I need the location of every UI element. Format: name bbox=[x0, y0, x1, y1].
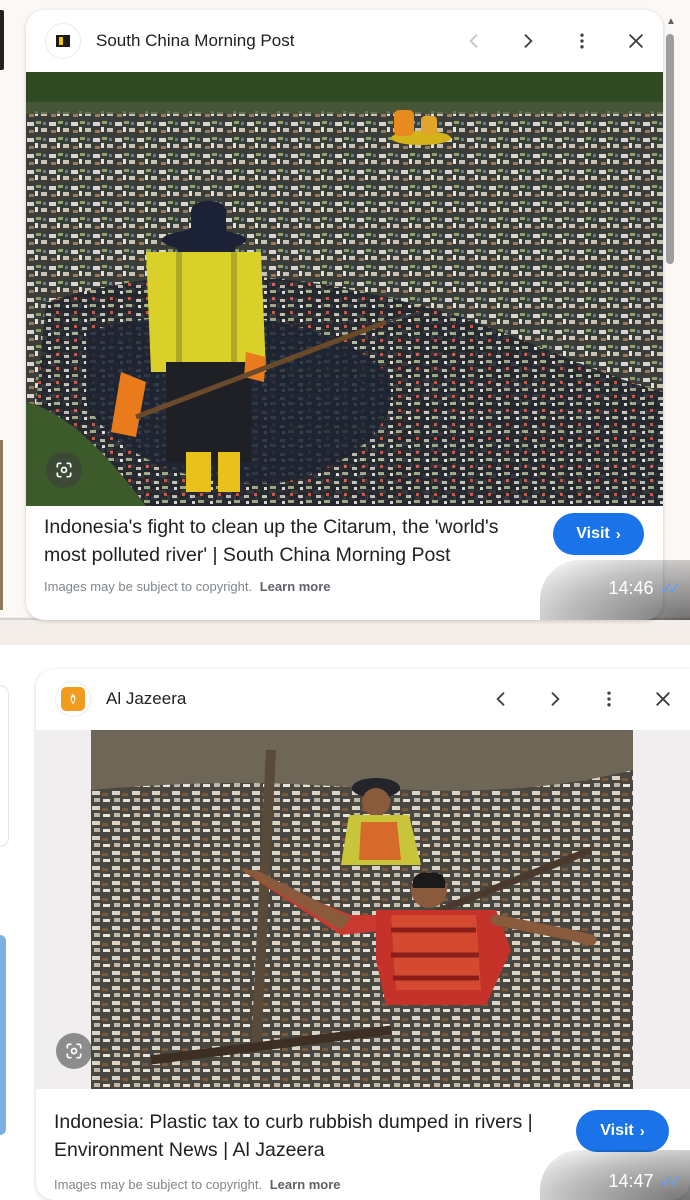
chevron-left-icon[interactable] bbox=[474, 679, 528, 719]
message-timestamp: 14:47 ✓✓ bbox=[608, 1171, 682, 1192]
learn-more-link[interactable]: Learn more bbox=[270, 1177, 341, 1192]
image-preview-card-scmp: South China Morning Post Indonesia's fig… bbox=[26, 10, 663, 620]
timestamp-text: 14:46 bbox=[608, 578, 654, 598]
visit-label: Visit bbox=[600, 1122, 634, 1139]
copyright-notice: Images may be subject to copyright. Lear… bbox=[44, 579, 331, 594]
neighbor-card-edge bbox=[0, 440, 3, 610]
result-caption[interactable]: Indonesia: Plastic tax to curb rubbish d… bbox=[54, 1108, 554, 1164]
visit-button[interactable]: Visit › bbox=[553, 513, 644, 555]
double-check-icon: ✓✓ bbox=[659, 1171, 682, 1191]
more-vert-icon[interactable] bbox=[582, 679, 636, 719]
chevron-right-icon: › bbox=[639, 1122, 645, 1140]
copyright-text: Images may be subject to copyright. bbox=[54, 1177, 263, 1192]
close-icon[interactable] bbox=[636, 679, 690, 719]
site-name: Al Jazeera bbox=[106, 689, 187, 708]
close-icon[interactable] bbox=[609, 21, 663, 61]
learn-more-link[interactable]: Learn more bbox=[260, 579, 331, 594]
google-lens-icon[interactable] bbox=[56, 1033, 92, 1069]
chevron-right-icon: › bbox=[615, 525, 621, 543]
scroll-up-arrow[interactable]: ▲ bbox=[666, 16, 676, 27]
site-name: South China Morning Post bbox=[96, 31, 295, 50]
more-vert-icon[interactable] bbox=[555, 21, 609, 61]
copyright-text: Images may be subject to copyright. bbox=[44, 579, 253, 594]
timestamp-text: 14:47 bbox=[608, 1171, 654, 1191]
neighbor-card-edge bbox=[0, 935, 6, 1135]
copyright-notice: Images may be subject to copyright. Lear… bbox=[54, 1177, 341, 1192]
card-header: South China Morning Post bbox=[26, 10, 663, 72]
result-caption[interactable]: Indonesia's fight to clean up the Citaru… bbox=[44, 513, 544, 569]
visit-label: Visit bbox=[576, 525, 610, 542]
scrollbar-thumb[interactable] bbox=[666, 34, 674, 264]
scmp-logo-icon bbox=[46, 24, 80, 58]
river-cleanup-worker-photo[interactable] bbox=[26, 72, 663, 506]
chevron-right-icon[interactable] bbox=[528, 679, 582, 719]
double-check-icon: ✓✓ bbox=[659, 578, 682, 598]
neighbor-card-edge bbox=[0, 10, 4, 70]
chevron-left-icon[interactable] bbox=[447, 21, 501, 61]
google-lens-icon[interactable] bbox=[46, 452, 82, 488]
al-jazeera-logo-icon bbox=[56, 682, 90, 716]
screenshot-divider bbox=[0, 617, 690, 645]
message-timestamp: 14:46 ✓✓ bbox=[608, 578, 682, 599]
neighbor-card-edge bbox=[0, 685, 9, 847]
card-header: Al Jazeera bbox=[36, 669, 690, 729]
visit-button[interactable]: Visit › bbox=[576, 1110, 669, 1152]
image-preview-card-aljazeera: Al Jazeera Indonesia: Plastic tax to cur… bbox=[36, 669, 690, 1200]
men-wading-in-trash-river-photo[interactable] bbox=[91, 730, 633, 1089]
chevron-right-icon[interactable] bbox=[501, 21, 555, 61]
